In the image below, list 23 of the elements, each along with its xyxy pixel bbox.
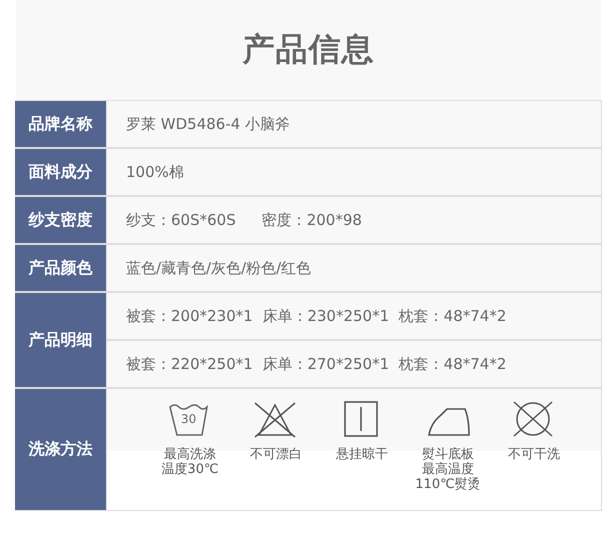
row-label: 产品颜色 — [15, 245, 107, 291]
value-text: 被套：200*230*1 床单：230*250*1 枕套：48*74*2 — [126, 306, 506, 326]
row-label: 纱支密度 — [15, 197, 107, 243]
value-text: 100%棉 — [126, 162, 184, 182]
value-text: 罗莱 WD5486-4 小脑斧 — [126, 114, 290, 134]
care-label: 最高洗涤 — [163, 447, 217, 462]
value-text: 蓝色/藏青色/灰色/粉色/红色 — [126, 258, 312, 278]
care-label: 熨斗底板 — [420, 447, 475, 462]
care-label: 温度30℃ — [161, 462, 219, 477]
care-label: 最高温度 — [420, 462, 475, 477]
care-label: 不可漂白 — [250, 447, 302, 462]
temperature-text: 30 — [181, 412, 196, 426]
care-label: 110℃熨烫 — [415, 477, 481, 492]
row-label: 品牌名称 — [15, 101, 107, 147]
value-text: 密度：200*98 — [262, 210, 362, 230]
page-title: 产品信息 — [242, 29, 374, 70]
row-label: 洗涤方法 — [15, 389, 107, 510]
value-text: 纱支：60S*60S — [126, 210, 236, 230]
value-text: 被套：220*250*1 床单：270*250*1 枕套：48*74*2 — [126, 354, 506, 374]
row-label: 产品明细 — [15, 293, 107, 387]
care-label: 不可干洗 — [508, 447, 560, 462]
row-label: 面料成分 — [15, 149, 107, 195]
care-label: 悬挂晾干 — [336, 447, 388, 462]
